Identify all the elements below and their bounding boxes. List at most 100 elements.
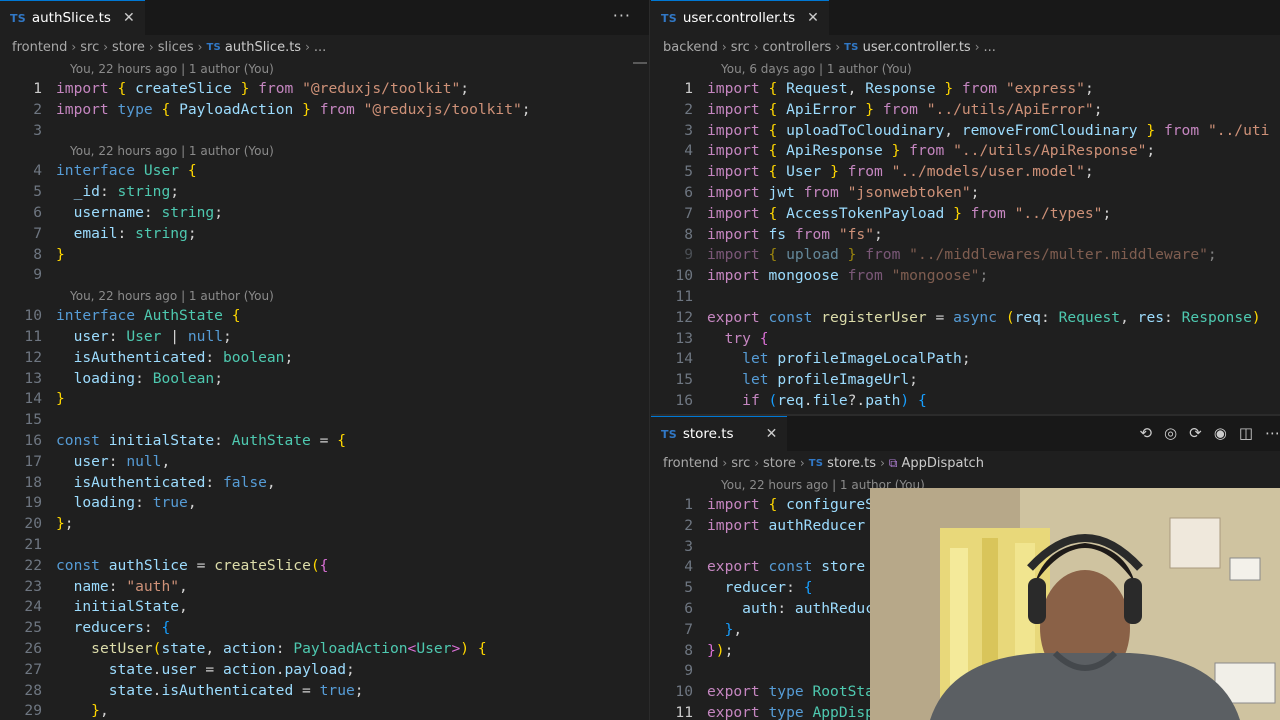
tab-user-controller[interactable]: TS user.controller.ts ✕: [651, 0, 829, 35]
line-number: 10: [675, 683, 693, 701]
line-number: 27: [24, 660, 42, 678]
code-line: 22 const authSlice = createSlice({: [0, 556, 649, 577]
go-forward-icon[interactable]: ◎: [1164, 424, 1177, 442]
line-number: 8: [684, 225, 693, 243]
code-line: 12 isAuthenticated: boolean;: [0, 348, 649, 369]
code-line: 3: [0, 121, 649, 142]
breadcrumb-item[interactable]: frontend: [12, 40, 67, 55]
code-line: 4 import { ApiResponse } from "../utils/A…: [651, 141, 1280, 162]
line-number: 24: [24, 598, 42, 616]
line-number: 19: [24, 494, 42, 512]
line-number: 23: [24, 577, 42, 595]
breadcrumb-tail[interactable]: ...: [984, 40, 996, 55]
tab-bar: TS user.controller.ts ✕: [651, 0, 1280, 35]
tab-label: store.ts: [682, 426, 734, 442]
code-line: 7 import { AccessTokenPayload } from "../…: [651, 204, 1280, 225]
tab-store[interactable]: TS store.ts ✕: [651, 416, 788, 451]
code-line: 21: [0, 535, 649, 556]
line-number: 10: [24, 307, 42, 325]
tab-label: user.controller.ts: [682, 10, 796, 26]
breadcrumb-item[interactable]: store: [763, 456, 796, 471]
breadcrumb: frontend › src › store › slices › TS authSli…: [0, 35, 649, 59]
breadcrumb-file[interactable]: user.controller.ts: [863, 40, 971, 55]
line-number: 3: [33, 121, 42, 139]
tab-label: authSlice.ts: [31, 10, 111, 26]
line-number: 25: [24, 619, 42, 637]
line-number: 12: [24, 348, 42, 366]
line-number: 12: [675, 308, 693, 326]
chevron-right-icon: ›: [148, 40, 154, 54]
go-back-icon[interactable]: ⟲: [1139, 424, 1152, 442]
breadcrumb-item[interactable]: backend: [663, 40, 718, 55]
breadcrumb-item[interactable]: controllers: [763, 40, 832, 55]
breadcrumb-file[interactable]: authSlice.ts: [225, 40, 301, 55]
chevron-right-icon: ›: [880, 456, 885, 470]
editor-pane-user-controller: TS user.controller.ts ✕ backend › src › co…: [651, 0, 1280, 412]
codelens-blame[interactable]: You, 22 hours ago | 1 author (You): [0, 59, 649, 79]
breadcrumb-item[interactable]: src: [80, 40, 99, 55]
codelens-blame[interactable]: You, 22 hours ago | 1 author (You): [0, 141, 649, 161]
breadcrumb-item[interactable]: src: [731, 40, 750, 55]
code-line: 27 state.user = action.payload;: [0, 660, 649, 681]
line-number: 13: [675, 329, 693, 347]
codelens-blame[interactable]: You, 6 days ago | 1 author (You): [651, 59, 1280, 79]
breadcrumb-item[interactable]: store: [112, 40, 145, 55]
typescript-icon: TS: [206, 41, 221, 53]
tab-bar: TS store.ts ✕ ⟲ ◎ ⟳ ◉ ◫ ⋯: [651, 416, 1280, 451]
line-number: 21: [24, 535, 42, 553]
code-line: 7 email: string;: [0, 224, 649, 245]
webcam-video-frame: [870, 488, 1280, 720]
code-line: 19 loading: true,: [0, 493, 649, 514]
tab-bar: TS authSlice.ts ✕ ···: [0, 0, 649, 35]
tab-authslice[interactable]: TS authSlice.ts ✕: [0, 0, 145, 35]
code-editor[interactable]: You, 6 days ago | 1 author (You) 1 import…: [651, 59, 1280, 412]
code-line: 16 const initialState: AuthState = {: [0, 431, 649, 452]
line-number: 9: [33, 266, 42, 284]
line-number: 6: [684, 599, 693, 617]
split-editor-icon[interactable]: ◫: [1239, 424, 1253, 442]
chevron-right-icon: ›: [722, 456, 728, 470]
code-line: 8}: [0, 245, 649, 266]
code-line: 5 import { User } from "../models/user.mo…: [651, 162, 1280, 183]
breadcrumb-file[interactable]: store.ts: [827, 456, 876, 471]
close-icon[interactable]: ✕: [123, 10, 135, 26]
line-number: 15: [675, 371, 693, 389]
breadcrumb-tail[interactable]: ...: [314, 40, 326, 55]
line-number: 1: [684, 80, 693, 97]
close-icon[interactable]: ✕: [807, 10, 819, 26]
typescript-icon: TS: [661, 427, 677, 441]
line-number: 7: [684, 620, 693, 638]
breadcrumb-item[interactable]: src: [731, 456, 750, 471]
code-line: 3 import { uploadToCloudinary, removeFrom…: [651, 121, 1280, 142]
more-icon[interactable]: ⋯: [1265, 424, 1280, 442]
breadcrumb-symbol[interactable]: AppDispatch: [901, 456, 984, 471]
close-icon[interactable]: ✕: [766, 426, 778, 442]
code-line: 4 interface User {: [0, 161, 649, 182]
breadcrumb-item[interactable]: slices: [158, 40, 194, 55]
line-number: 7: [33, 224, 42, 242]
line-number: 20: [24, 515, 42, 533]
typescript-icon: TS: [10, 11, 26, 25]
codelens-blame[interactable]: You, 22 hours ago | 1 author (You): [0, 286, 649, 306]
line-number: 3: [684, 537, 693, 555]
code-line: 20};: [0, 514, 649, 535]
line-number: 22: [24, 556, 42, 574]
code-line: 15 let profileImageUrl;: [651, 370, 1280, 391]
compare-icon[interactable]: ⟳: [1189, 424, 1202, 442]
chevron-right-icon: ›: [754, 456, 760, 470]
typescript-icon: TS: [808, 457, 824, 469]
copilot-icon[interactable]: ◉: [1214, 424, 1227, 442]
line-number: 2: [684, 516, 693, 534]
line-number: 17: [24, 452, 42, 470]
code-editor[interactable]: You, 22 hours ago | 1 author (You) 1 impo…: [0, 59, 649, 720]
line-number: 9: [684, 246, 693, 264]
more-actions-icon[interactable]: ···: [613, 6, 631, 25]
line-number: 9: [684, 662, 693, 680]
line-number: 4: [684, 558, 693, 576]
line-number: 15: [24, 411, 42, 429]
line-number: 1: [33, 80, 42, 97]
breadcrumb-item[interactable]: frontend: [663, 456, 718, 471]
code-line: 28 state.isAuthenticated = true;: [0, 681, 649, 702]
line-number: 28: [24, 681, 42, 699]
code-line: 16 if (req.file?.path) {: [651, 391, 1280, 412]
